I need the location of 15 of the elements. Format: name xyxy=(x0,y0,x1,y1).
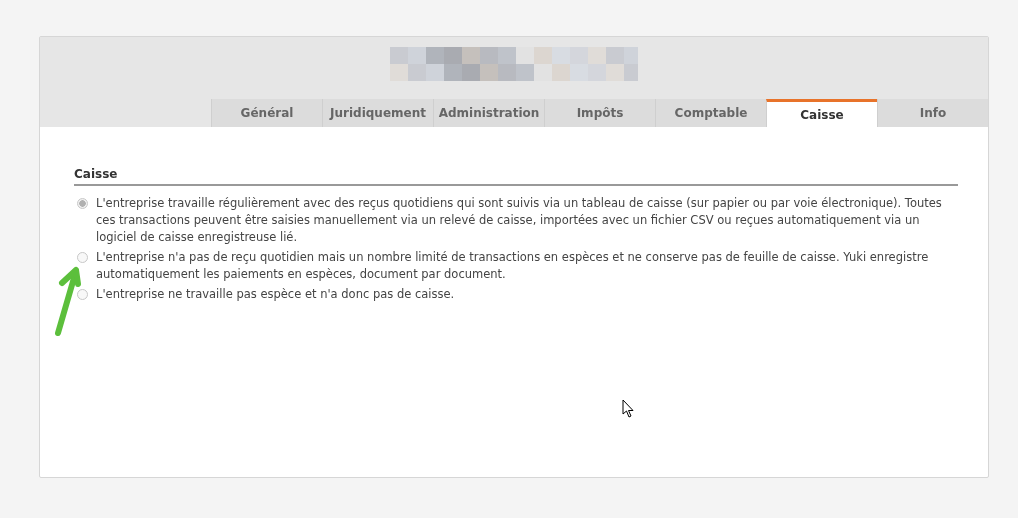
radio-button[interactable] xyxy=(77,198,88,209)
section-title: Caisse xyxy=(74,167,958,186)
tab[interactable]: Comptable xyxy=(655,99,766,127)
cursor-icon xyxy=(622,399,634,418)
tab[interactable]: Impôts xyxy=(544,99,655,127)
radio-button[interactable] xyxy=(77,289,88,300)
tab[interactable]: Général xyxy=(211,99,322,127)
option-label: L'entreprise travaille régulièrement avec des reçus quotidiens qui sont suivis via un tableau de caisse (sur papier ou par voie électronique). Toutes ces transactions peuvent être saisies manuellement via un relevé de caisse, importées avec un fichier CSV ou reçues automatiquement via un logiciel de caisse enregistreuse lié. xyxy=(96,195,943,246)
tab[interactable]: Juridiquement xyxy=(322,99,433,127)
tab[interactable]: Administration xyxy=(433,99,544,127)
option-label: L'entreprise n'a pas de reçu quotidien mais un nombre limité de transactions en espèces et ne conserve pas de feuille de caisse. Yuki enregistre automatiquement les paiements en espèces, document par document. xyxy=(96,249,930,283)
tab[interactable]: Caisse xyxy=(766,99,877,127)
tab[interactable]: Info xyxy=(877,99,988,127)
option-label: L'entreprise ne travaille pas espèce et n'a donc pas de caisse. xyxy=(96,286,455,303)
radio-button[interactable] xyxy=(77,252,88,263)
